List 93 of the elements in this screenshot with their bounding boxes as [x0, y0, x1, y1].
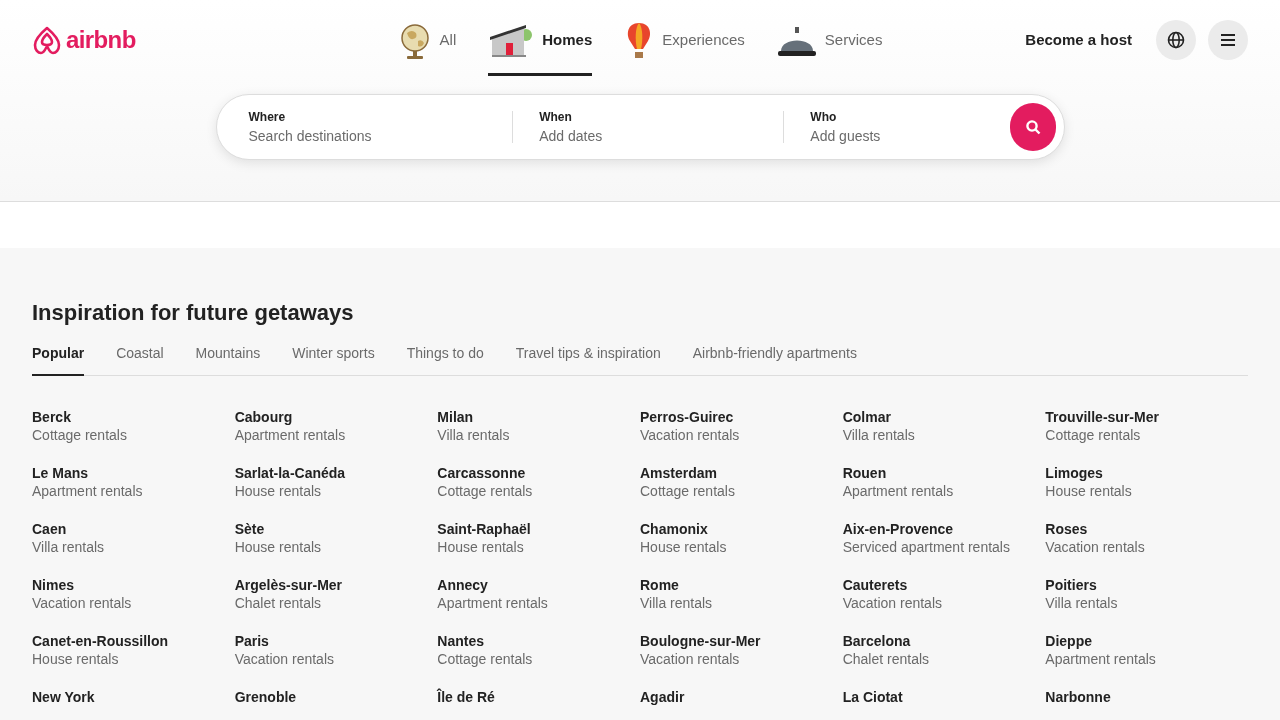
search-icon [1024, 119, 1041, 135]
rental-type: Vacation rentals [842, 594, 942, 612]
destination-link[interactable]: La Ciotat [842, 688, 903, 706]
inspiration-tab[interactable]: Mountains [195, 343, 261, 376]
rental-type: Villa rentals [32, 538, 105, 556]
rental-type: Vacation rentals [640, 426, 740, 444]
rental-type: House rentals [640, 538, 727, 556]
search-button[interactable] [1010, 103, 1056, 151]
rental-type: Apartment rentals [32, 482, 143, 500]
rental-type: Villa rentals [842, 426, 915, 444]
destination-link[interactable]: Le Mans [32, 464, 88, 482]
search-field-label: When [539, 108, 573, 126]
menu-icon [1220, 34, 1236, 46]
rental-type: Villa rentals [640, 594, 713, 612]
rental-type: House rentals [234, 482, 322, 500]
globe-icon [1167, 31, 1185, 49]
menu-button[interactable] [1208, 20, 1248, 60]
destination-link[interactable]: Saint-Raphaël [437, 520, 531, 538]
destination-link[interactable]: Amsterdam [640, 464, 718, 482]
inspiration-tab[interactable]: Things to do [406, 343, 484, 376]
logo-icon[interactable] [32, 24, 62, 56]
category-tab[interactable]: Homes [488, 8, 593, 76]
rental-type: Vacation rentals [234, 650, 334, 668]
rental-type: Cottage rentals [437, 650, 533, 668]
destination-link[interactable]: Rome [640, 576, 679, 594]
destination-link[interactable]: Agadir [640, 688, 685, 706]
rental-type: Apartment rentals [437, 594, 548, 612]
destination-link[interactable]: Berck [32, 408, 71, 426]
destination-link[interactable]: Barcelona [842, 632, 911, 650]
rental-type: Cottage rentals [640, 482, 735, 500]
category-tab[interactable]: Services [776, 8, 883, 76]
rental-type: Chalet rentals [842, 650, 930, 668]
inspiration-tab[interactable]: Travel tips & inspiration [515, 343, 661, 376]
rental-type: Serviced apartment rentals [842, 538, 1010, 556]
destination-link[interactable]: Sète [234, 520, 265, 538]
rental-type: Vacation rentals [1045, 538, 1145, 556]
rental-type: Cottage rentals [1045, 426, 1141, 444]
category-tab[interactable]: Experiences [624, 8, 745, 76]
destination-link[interactable]: Colmar [842, 408, 891, 426]
destination-link[interactable]: Roses [1045, 520, 1088, 538]
destination-link[interactable]: New York [32, 688, 95, 706]
rental-type: Apartment rentals [842, 482, 954, 500]
destination-link[interactable]: Aix-en-Provence [842, 520, 954, 538]
destination-link[interactable]: Cabourg [234, 408, 293, 426]
inspiration-tab[interactable]: Winter sports [292, 343, 375, 376]
inspiration-tab[interactable]: Popular [32, 343, 85, 376]
destination-link[interactable]: Dieppe [1045, 632, 1092, 650]
destination-link[interactable]: Limoges [1045, 464, 1103, 482]
destination-link[interactable]: Rouen [842, 464, 887, 482]
destination-link[interactable]: Chamonix [640, 520, 708, 538]
destination-link[interactable]: Canet-en-Roussillon [32, 632, 169, 650]
destination-link[interactable]: Perros-Guirec [640, 408, 734, 426]
become-host-link[interactable]: Become a host [1013, 20, 1144, 60]
destination-link[interactable]: Paris [234, 632, 269, 650]
inspiration-tab[interactable]: Airbnb-friendly apartments [692, 343, 857, 376]
search-field-label: Who [810, 108, 838, 126]
destination-link[interactable]: Boulogne-sur-Mer [640, 632, 761, 650]
search-field-label: Where [248, 108, 287, 126]
rental-type: Villa rentals [437, 426, 510, 444]
rental-type: Apartment rentals [1045, 650, 1156, 668]
rental-type: House rentals [437, 538, 524, 556]
rental-type: Cottage rentals [32, 426, 127, 444]
search-field[interactable]: Add dates [539, 125, 740, 147]
destination-link[interactable]: Île de Ré [437, 688, 495, 706]
search-field[interactable]: Add guests [810, 125, 1011, 147]
destination-link[interactable]: Poitiers [1045, 576, 1097, 594]
inspiration-tab[interactable]: Coastal [116, 343, 164, 376]
category-tab[interactable]: All [397, 8, 457, 76]
language-button[interactable] [1156, 20, 1196, 60]
rental-type: Vacation rentals [640, 650, 740, 668]
destination-link[interactable]: Annecy [437, 576, 488, 594]
destination-link[interactable]: Trouville-sur-Mer [1045, 408, 1159, 426]
destination-link[interactable]: Cauterets [842, 576, 908, 594]
destination-link[interactable]: Nimes [32, 576, 75, 594]
logo-wordmark[interactable]: airbnb [66, 22, 136, 58]
rental-type: House rentals [1045, 482, 1132, 500]
destination-link[interactable]: Carcassonne [437, 464, 526, 482]
destination-link[interactable]: Caen [32, 520, 67, 538]
destination-link[interactable]: Grenoble [234, 688, 297, 706]
rental-type: House rentals [234, 538, 322, 556]
destination-link[interactable]: Argelès-sur-Mer [234, 576, 343, 594]
destination-link[interactable]: Milan [437, 408, 474, 426]
destination-link[interactable]: Narbonne [1045, 688, 1111, 706]
search-field[interactable]: Search destinations [248, 125, 449, 147]
rental-type: House rentals [32, 650, 119, 668]
rental-type: Cottage rentals [437, 482, 533, 500]
rental-type: Apartment rentals [234, 426, 346, 444]
destination-link[interactable]: Sarlat-la-Canéda [234, 464, 346, 482]
rental-type: Villa rentals [1045, 594, 1118, 612]
destination-link[interactable]: Nantes [437, 632, 484, 650]
rental-type: Vacation rentals [32, 594, 132, 612]
rental-type: Chalet rentals [234, 594, 322, 612]
section-heading: Inspiration for future getaways [32, 299, 355, 327]
